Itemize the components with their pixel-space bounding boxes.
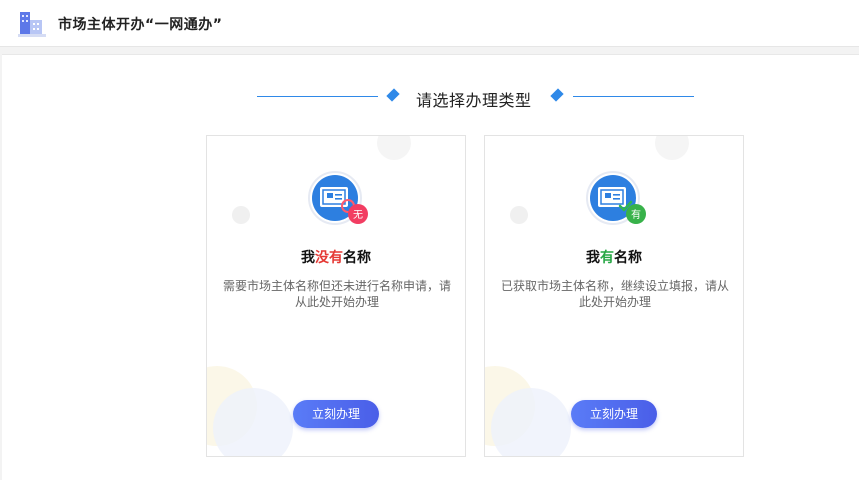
diamond-icon [386, 88, 400, 102]
building-logo-icon [18, 12, 46, 37]
decorative-circle [655, 136, 689, 160]
card-title: 我有名称 [485, 247, 743, 267]
divider-left [257, 96, 378, 97]
title-suffix: 名称 [614, 250, 642, 266]
title-prefix: 我 [301, 250, 315, 266]
decorative-circle [213, 388, 293, 456]
card-description: 需要市场主体名称但还未进行名称申请，请从此处开始办理 [222, 279, 451, 309]
title-prefix: 我 [586, 250, 600, 266]
section-heading: 请选择办理类型 [2, 85, 859, 110]
card-has-name[interactable]: 有 我有名称 已获取市场主体名称，继续设立填报，请从此处开始办理 立刻办理 [484, 135, 744, 457]
card-title: 我没有名称 [207, 247, 465, 267]
card-description: 已获取市场主体名称，继续设立填报，请从此处开始办理 [500, 279, 729, 309]
main-content: 请选择办理类型 无 我没有名称 需要市场主体名称但还未进行名称申请，请从此处开始… [2, 54, 859, 480]
certificate-no-name-icon: 无 [308, 171, 368, 225]
decorative-circle [232, 206, 250, 224]
badge-text: 无 [353, 210, 363, 221]
app-title: 市场主体开办“一网通办” [58, 17, 223, 33]
divider-right [573, 96, 694, 97]
section-title: 请选择办理类型 [416, 91, 532, 110]
badge-text: 有 [631, 208, 641, 221]
decorative-circle [377, 136, 411, 160]
top-bar: 市场主体开办“一网通办” [0, 0, 859, 47]
title-suffix: 名称 [343, 250, 371, 266]
start-now-button[interactable]: 立刻办理 [571, 400, 657, 428]
start-now-button[interactable]: 立刻办理 [293, 400, 379, 428]
diamond-icon [550, 88, 564, 102]
certificate-has-name-icon: 有 [586, 171, 646, 225]
decorative-circle [491, 388, 571, 456]
card-no-name[interactable]: 无 我没有名称 需要市场主体名称但还未进行名称申请，请从此处开始办理 立刻办理 [206, 135, 466, 457]
decorative-circle [510, 206, 528, 224]
title-highlight: 没有 [315, 250, 343, 266]
title-highlight: 有 [600, 250, 614, 266]
